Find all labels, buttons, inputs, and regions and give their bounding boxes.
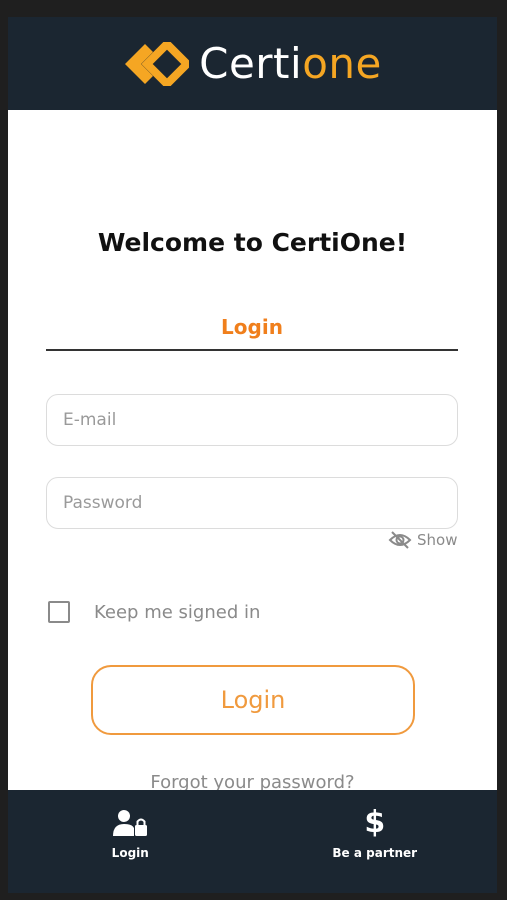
logo-text-certi: Certi: [199, 38, 303, 88]
show-label: Show: [417, 531, 458, 549]
nav-label-be-a-partner: Be a partner: [332, 846, 418, 860]
forgot-password-link[interactable]: Forgot your password?: [8, 772, 497, 790]
certione-logo: Certione: [123, 41, 382, 86]
app-frame: Certione Welcome to CertiOne! Login Show…: [8, 17, 497, 893]
login-button[interactable]: Login: [91, 665, 415, 735]
logo-wordmark: Certione: [199, 42, 382, 85]
user-lock-icon: [112, 808, 148, 838]
dollar-icon: $: [364, 805, 386, 840]
password-input[interactable]: [63, 493, 441, 513]
keep-signed-in-option[interactable]: Keep me signed in: [48, 601, 260, 623]
show-password-toggle[interactable]: Show: [388, 530, 457, 550]
nav-label-login: Login: [111, 846, 149, 860]
keep-signed-in-label: Keep me signed in: [94, 601, 261, 623]
logo-mark-icon: [125, 41, 190, 86]
eye-slash-icon: [388, 531, 412, 549]
password-field[interactable]: [46, 477, 458, 529]
nav-item-be-a-partner[interactable]: $ Be a partner: [253, 790, 498, 893]
app-header: Certione: [8, 17, 497, 110]
welcome-title: Welcome to CertiOne!: [97, 228, 408, 257]
login-card: Welcome to CertiOne! Login Show Keep me …: [8, 110, 497, 790]
email-input[interactable]: [63, 410, 441, 430]
bottom-nav: Login $ Be a partner: [8, 790, 497, 893]
keep-signed-in-checkbox[interactable]: [48, 601, 70, 623]
logo-text-one: one: [302, 38, 382, 88]
tab-login[interactable]: Login: [46, 315, 458, 351]
nav-item-login[interactable]: Login: [8, 790, 253, 893]
email-field[interactable]: [46, 394, 458, 446]
